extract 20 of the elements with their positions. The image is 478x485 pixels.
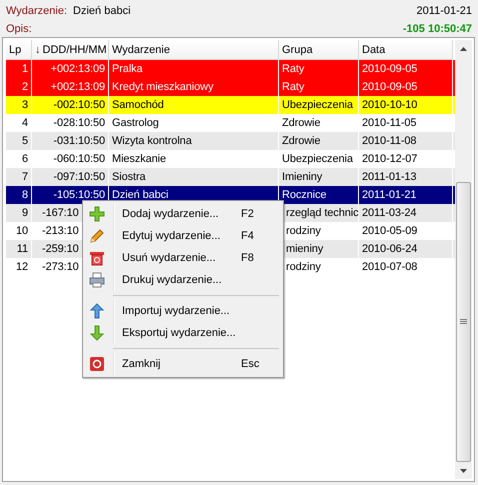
shortcut-text: Esc [241, 358, 260, 370]
menu-item-label: Edytuj wydarzenie... [121, 230, 222, 242]
menu-item-label: Importuj wydarzenie... [121, 305, 231, 317]
shortcut-text: F8 [241, 252, 255, 264]
menu-item-label: Usuń wydarzenie... [121, 252, 217, 264]
countdown-time: -105 10:50:47 [402, 22, 472, 34]
menu-item-label: Drukuj wydarzenie... [121, 274, 223, 286]
shortcut-text: F4 [241, 230, 255, 242]
sort-arrow: ↓ [35, 44, 40, 56]
description-label: Opis: [6, 22, 32, 34]
event-value: Dzień babci [73, 4, 131, 16]
table-cell: 2010-07-08 [359, 258, 453, 276]
current-date: 2011-01-21 [416, 4, 472, 16]
menu-item-label: Eksportuj wydarzenie... [121, 327, 236, 339]
menu-item-label: Dodaj wydarzenie... [121, 208, 220, 220]
table-cell: 12 [6, 258, 32, 276]
column-header-label: DDD/HH/MM [42, 44, 107, 56]
shortcut-text: F2 [241, 208, 255, 220]
event-label: Wydarzenie: [6, 4, 68, 16]
menu-item-label: Zamknij [121, 358, 162, 370]
